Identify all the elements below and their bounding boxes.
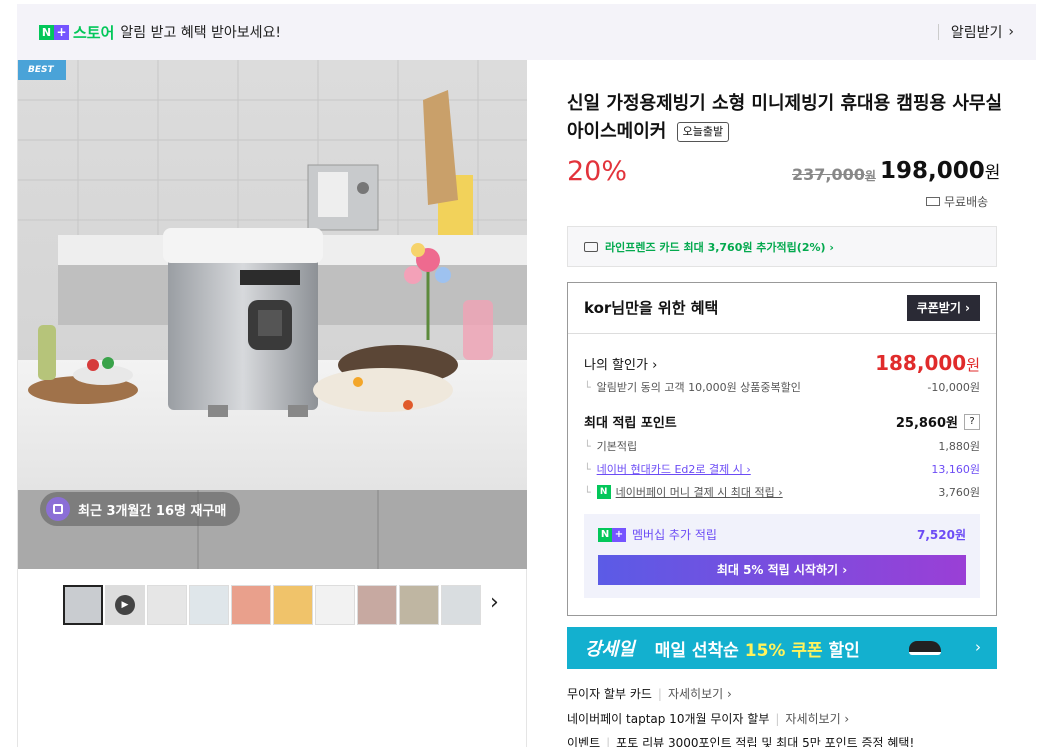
divider xyxy=(568,333,996,334)
naver-plus-logo-icon: N + xyxy=(39,24,69,40)
card-points-value: 13,160원 xyxy=(931,463,980,476)
my-price-row: 나의 할인가 › 188,000원 xyxy=(584,351,980,375)
repurchase-text: 최근 3개월간 16명 재구매 xyxy=(78,503,227,519)
thumbnail-6[interactable] xyxy=(273,585,313,625)
promo-brand: 강세일 xyxy=(585,639,635,660)
card-offer-banner[interactable]: 라인프렌즈 카드 최대 3,760원 추가적립(2%) › xyxy=(567,226,997,267)
event-text: 포토 리뷰 3000포인트 적립 및 최대 5만 포인트 증정 혜택! xyxy=(616,736,915,747)
chevron-right-icon: › xyxy=(1008,24,1014,40)
membership-value: 7,520원 xyxy=(917,528,966,542)
thumbnail-4[interactable] xyxy=(189,585,229,625)
sale-price: 198,000원 xyxy=(880,158,1001,184)
best-badge: BEST xyxy=(18,60,66,80)
money-points-value: 3,760원 xyxy=(938,486,980,499)
membership-box: N + 멤버십 추가 적립 7,520원 최대 5% 적립 시작하기 › xyxy=(584,514,980,598)
subscribe-alert-button[interactable]: 알림받기 › xyxy=(937,24,1014,41)
basic-points-label: 기본적립 xyxy=(596,440,638,453)
max-points-label: 최대 적립 포인트 xyxy=(584,416,677,431)
thumbnail-strip: ▶ xyxy=(63,585,483,625)
card-points-row: └ 네이버 현대카드 Ed2로 결제 시 › 13,160원 xyxy=(584,461,980,477)
thumbnail-8[interactable] xyxy=(357,585,397,625)
thumbnail-9[interactable] xyxy=(399,585,439,625)
sneaker-icon xyxy=(909,641,941,655)
naverpay-icon: N xyxy=(596,485,611,499)
store-notification-banner: N + 스토어 알림 받고 혜택 받아보세요! 알림받기 › xyxy=(17,4,1036,60)
product-title: 신일 가정용제빙기 소형 미니제빙기 휴대용 캠핑용 사무실 아이스메이커 오늘… xyxy=(567,93,1003,142)
taptap-detail-link[interactable]: 자세히보기 › xyxy=(785,710,849,727)
credit-card-icon xyxy=(584,241,598,252)
shipping-info: 무료배송 xyxy=(926,193,988,210)
alert-discount-value: -10,000원 xyxy=(927,381,980,394)
truck-icon xyxy=(926,197,940,206)
alert-discount-label: 알림받기 동의 고객 10,000원 상품중복할인 xyxy=(596,381,801,394)
chevron-right-icon: › xyxy=(975,638,981,656)
thumbnail-10[interactable] xyxy=(441,585,481,625)
thumbnail-video[interactable]: ▶ xyxy=(105,585,145,625)
installment-detail-link[interactable]: 자세히보기 › xyxy=(668,685,732,702)
installment-card-line: 무이자 할부 카드 | 자세히보기 › xyxy=(567,685,732,702)
play-icon: ▶ xyxy=(115,595,135,615)
thumbnail-7[interactable] xyxy=(315,585,355,625)
card-offer-text: 라인프렌즈 카드 최대 3,760원 추가적립(2%) › xyxy=(605,240,834,254)
banner-message: 알림 받고 혜택 받아보세요! xyxy=(120,25,282,41)
promo-message: 매일 선착순 15% 쿠폰 할인 xyxy=(654,640,860,661)
thumbnail-3[interactable] xyxy=(147,585,187,625)
alert-discount-row: └ 알림받기 동의 고객 10,000원 상품중복할인 -10,000원 xyxy=(584,380,980,395)
membership-row: N + 멤버십 추가 적립 7,520원 xyxy=(598,526,966,543)
thumbnail-5[interactable] xyxy=(231,585,271,625)
discount-rate: 20% xyxy=(567,156,628,187)
original-price: 237,000원 xyxy=(792,165,876,184)
start-membership-button[interactable]: 최대 5% 적립 시작하기 › xyxy=(598,555,966,585)
personal-benefit-box: kor님만을 위한 혜택 쿠폰받기 › 나의 할인가 › 188,000원 └ … xyxy=(567,282,997,616)
repurchase-badge: 최근 3개월간 16명 재구매 xyxy=(40,492,241,526)
card-points-link[interactable]: 네이버 현대카드 Ed2로 결제 시 › xyxy=(597,461,751,477)
benefit-heading: kor님만을 위한 혜택 xyxy=(584,299,719,317)
membership-label: 멤버십 추가 적립 xyxy=(632,528,717,542)
my-price-label[interactable]: 나의 할인가 › xyxy=(584,354,657,373)
shopping-bag-icon xyxy=(46,497,70,521)
max-points-row: 최대 적립 포인트 25,860원 ? xyxy=(584,412,980,431)
same-day-shipping-tag: 오늘출발 xyxy=(676,122,730,142)
basic-points-value: 1,880원 xyxy=(938,440,980,453)
product-gallery: BEST 최근 3개월간 16명 재구매 ▶ › xyxy=(17,60,527,747)
store-name[interactable]: 스토어 xyxy=(73,22,114,43)
money-points-row: └ N 네이버페이 머니 결제 시 최대 적립 › 3,760원 xyxy=(584,484,980,500)
basic-points-row: └ 기본적립 1,880원 xyxy=(584,439,980,454)
money-points-link[interactable]: 네이버페이 머니 결제 시 최대 적립 › xyxy=(616,484,783,500)
help-question-icon[interactable]: ? xyxy=(964,413,980,430)
event-line[interactable]: 이벤트 | 포토 리뷰 3000포인트 적립 및 최대 5만 포인트 증정 혜택… xyxy=(567,734,914,747)
get-coupon-button[interactable]: 쿠폰받기 › xyxy=(906,295,980,321)
max-points-value: 25,860원 xyxy=(895,416,958,431)
subscribe-alert-label: 알림받기 xyxy=(950,25,1003,41)
taptap-installment-line: 네이버페이 taptap 10개월 무이자 할부 | 자세히보기 › xyxy=(567,710,850,727)
product-main-image[interactable]: BEST 최근 3개월간 16명 재구매 xyxy=(18,60,527,569)
thumbnail-1[interactable] xyxy=(63,585,103,625)
thumbnail-next-chevron-icon[interactable]: › xyxy=(490,590,499,615)
naver-plus-logo-icon: N + xyxy=(598,527,626,542)
my-price-value: 188,000원 xyxy=(875,351,980,375)
daily-coupon-promo-banner[interactable]: 강세일 매일 선착순 15% 쿠폰 할인 › xyxy=(567,627,997,669)
